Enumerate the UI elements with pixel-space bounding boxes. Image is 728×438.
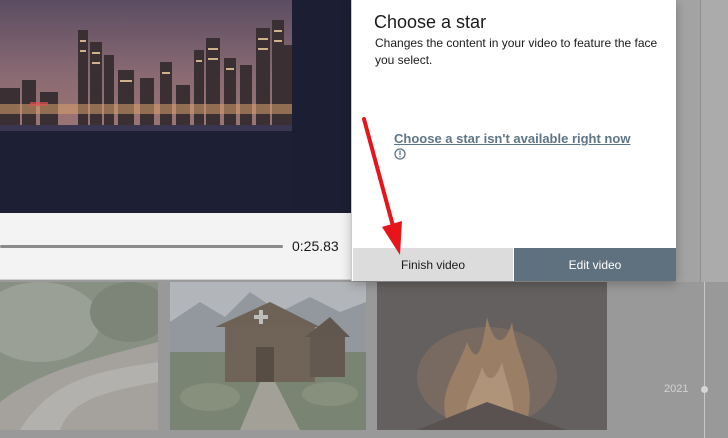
finish-video-button[interactable]: Finish video	[353, 248, 513, 281]
timeline-rail	[704, 282, 705, 438]
info-icon[interactable]	[394, 148, 406, 160]
choose-star-dialog: Choose a star Changes the content in you…	[351, 0, 676, 281]
gallery-thumbnail-path[interactable]	[0, 282, 158, 430]
video-side-panel	[292, 0, 351, 213]
video-preview-window: 0:25.83	[0, 0, 351, 280]
video-frame[interactable]	[0, 0, 351, 213]
timeline-dot[interactable]	[701, 386, 708, 393]
media-gallery: 2021	[0, 282, 728, 438]
seek-bar[interactable]	[0, 245, 283, 248]
star-unavailable-link[interactable]: Choose a star isn't available right now	[394, 131, 630, 146]
gallery-thumbnail-fire[interactable]	[377, 282, 607, 430]
background-scrollbar	[700, 0, 728, 282]
timeline-year-label: 2021	[664, 383, 689, 395]
playback-time: 0:25.83	[292, 238, 339, 254]
edit-video-button[interactable]: Edit video	[514, 248, 676, 281]
dialog-title: Choose a star	[374, 12, 487, 32]
gallery-thumbnail-chapel[interactable]	[170, 282, 366, 430]
dialog-description: Changes the content in your video to fea…	[375, 36, 658, 67]
